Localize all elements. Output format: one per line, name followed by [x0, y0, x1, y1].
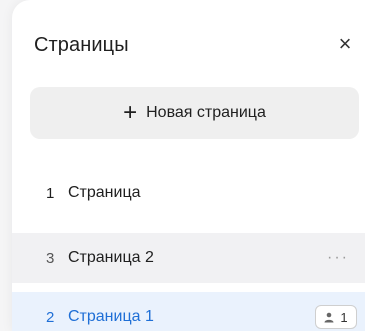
page-item[interactable]: 1 Страница [12, 168, 365, 218]
page-name: Страница [68, 184, 141, 201]
new-page-button[interactable]: + Новая страница [30, 87, 359, 139]
panel-header: Страницы × [12, 22, 365, 70]
more-icon[interactable]: ··· [327, 249, 349, 267]
page-name: Страница 2 [68, 249, 154, 266]
user-icon [324, 312, 334, 322]
new-page-label: Новая страница [146, 104, 266, 121]
page-item-selected[interactable]: 2 Страница 1 1 [12, 292, 365, 331]
page-number: 3 [46, 249, 55, 267]
page-name: Страница 1 [68, 308, 154, 325]
viewers-count: 1 [340, 309, 348, 325]
plus-icon: + [123, 99, 138, 126]
panel-title: Страницы [34, 34, 129, 56]
close-icon[interactable]: × [334, 33, 356, 56]
page-number: 1 [46, 184, 55, 202]
pages-panel: Страницы × + Новая страница 1 Страница 3… [12, 0, 365, 331]
viewers-badge: 1 [315, 305, 357, 329]
page-item[interactable]: 3 Страница 2 ··· [12, 233, 365, 283]
page-number: 2 [46, 308, 55, 326]
